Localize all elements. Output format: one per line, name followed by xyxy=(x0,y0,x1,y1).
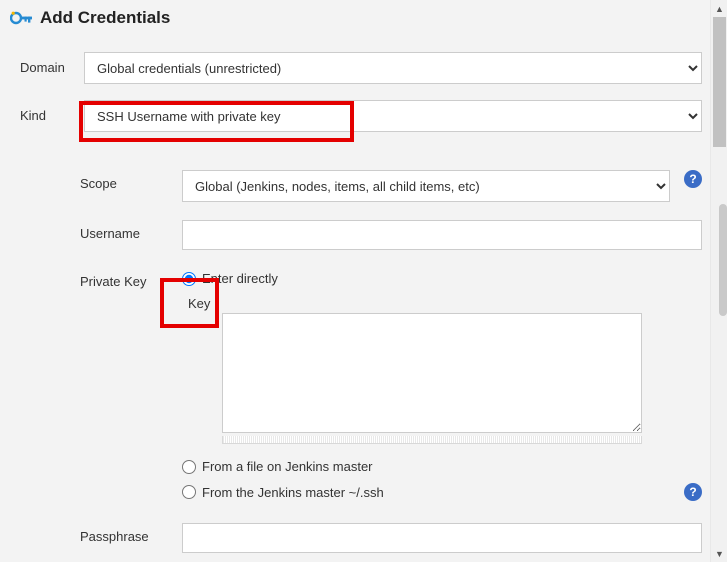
key-textarea[interactable] xyxy=(222,313,642,433)
row-scope: Scope Global (Jenkins, nodes, items, all… xyxy=(0,166,710,206)
page-header: Add Credentials xyxy=(0,0,710,34)
row-username: Username xyxy=(0,216,710,254)
username-input[interactable] xyxy=(182,220,702,250)
key-icon xyxy=(10,8,34,28)
kind-select[interactable]: SSH Username with private key xyxy=(84,100,702,132)
scope-select[interactable]: Global (Jenkins, nodes, items, all child… xyxy=(182,170,670,202)
row-domain: Domain Global credentials (unrestricted) xyxy=(0,48,710,88)
private-key-group: Enter directly Key From a file on Jenkin… xyxy=(182,268,702,507)
page-title: Add Credentials xyxy=(40,8,170,28)
textarea-resize-handle[interactable] xyxy=(222,436,642,444)
help-icon[interactable]: ? xyxy=(684,170,702,188)
row-passphrase: Passphrase xyxy=(0,519,710,557)
private-key-label: Private Key xyxy=(80,268,174,289)
help-icon[interactable]: ? xyxy=(684,483,702,501)
radio-from-file[interactable] xyxy=(182,460,196,474)
passphrase-label: Passphrase xyxy=(80,523,174,544)
scope-label: Scope xyxy=(80,170,174,191)
domain-label: Domain xyxy=(20,52,76,75)
add-credentials-form: Add Credentials Domain Global credential… xyxy=(0,0,710,562)
radio-enter-directly[interactable] xyxy=(182,272,196,286)
domain-select[interactable]: Global credentials (unrestricted) xyxy=(84,52,702,84)
row-kind: Kind SSH Username with private key xyxy=(0,96,710,136)
pk-option-enter-directly[interactable]: Enter directly xyxy=(182,268,702,292)
key-field-label: Key xyxy=(182,292,702,313)
scroll-thumb[interactable] xyxy=(713,17,726,147)
radio-enter-directly-label: Enter directly xyxy=(202,271,278,286)
scroll-up-button[interactable]: ▲ xyxy=(711,0,727,17)
username-label: Username xyxy=(80,220,174,241)
kind-label: Kind xyxy=(20,100,76,123)
passphrase-input[interactable] xyxy=(182,523,702,553)
scroll-down-button[interactable]: ▼ xyxy=(711,545,727,562)
radio-from-ssh-dir-label: From the Jenkins master ~/.ssh xyxy=(202,485,384,500)
radio-from-file-label: From a file on Jenkins master xyxy=(202,459,373,474)
row-private-key: Private Key Enter directly Key From a fi… xyxy=(0,264,710,511)
radio-from-ssh-dir[interactable] xyxy=(182,485,196,499)
pk-option-from-ssh-dir[interactable]: From the Jenkins master ~/.ssh ? xyxy=(182,480,702,507)
pk-option-from-file[interactable]: From a file on Jenkins master xyxy=(182,456,702,480)
scrollbar-hint xyxy=(719,204,727,316)
